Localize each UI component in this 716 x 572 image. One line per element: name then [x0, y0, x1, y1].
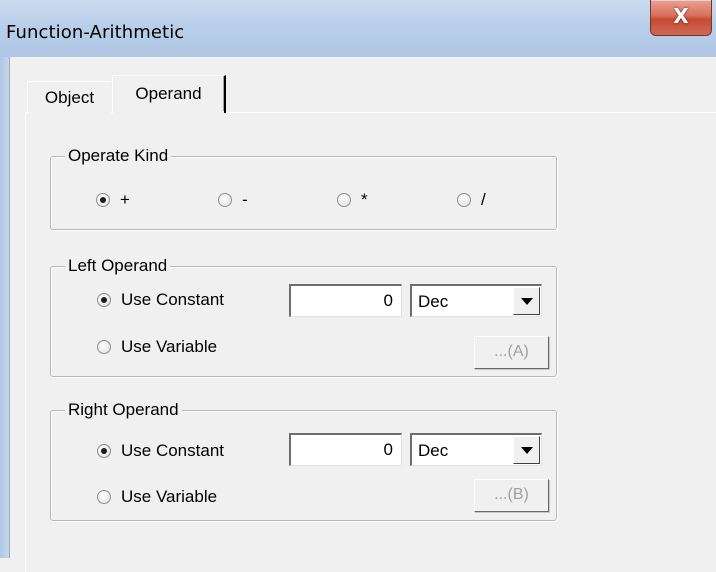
chevron-down-icon [521, 447, 533, 454]
radio-unchecked-icon [457, 193, 471, 207]
left-use-constant-radio[interactable]: Use Constant [97, 290, 224, 310]
radio-checked-icon [96, 193, 110, 207]
right-use-constant-radio[interactable]: Use Constant [97, 441, 224, 461]
radio-unchecked-icon [218, 193, 232, 207]
close-button[interactable]: X [650, 0, 712, 36]
left-browse-variable-button[interactable]: ...(A) [474, 336, 549, 369]
right-constant-input[interactable]: 0 [289, 433, 402, 466]
window-border [0, 57, 9, 558]
radio-checked-icon [97, 293, 111, 307]
tab-joint [113, 111, 224, 114]
tab-object[interactable]: Object [27, 81, 111, 113]
operate-kind-label: Operate Kind [65, 146, 172, 166]
radio-unchecked-icon [337, 193, 351, 207]
right-operand-label: Right Operand [65, 400, 182, 420]
title-bar: Function-Arithmetic X [0, 0, 716, 57]
operator-plus-radio[interactable]: + [96, 190, 130, 210]
operator-multiply-radio[interactable]: * [337, 190, 368, 210]
radio-checked-icon [97, 444, 111, 458]
left-constant-input[interactable]: 0 [289, 284, 402, 317]
dropdown-button[interactable] [513, 436, 540, 464]
left-use-variable-radio[interactable]: Use Variable [97, 337, 217, 357]
right-use-variable-radio[interactable]: Use Variable [97, 487, 217, 507]
operator-minus-radio[interactable]: - [218, 190, 248, 210]
left-operand-label: Left Operand [65, 256, 171, 276]
window-title: Function-Arithmetic [6, 22, 185, 43]
dropdown-button[interactable] [513, 287, 540, 315]
right-format-select[interactable]: Dec [410, 433, 542, 466]
right-browse-variable-button[interactable]: ...(B) [474, 479, 549, 512]
tab-operand[interactable]: Operand [112, 75, 226, 113]
operator-divide-radio[interactable]: / [457, 190, 486, 210]
chevron-down-icon [521, 298, 533, 305]
left-format-value: Dec [418, 292, 449, 311]
radio-unchecked-icon [97, 490, 111, 504]
radio-unchecked-icon [97, 340, 111, 354]
left-format-select[interactable]: Dec [410, 284, 542, 317]
right-format-value: Dec [418, 441, 449, 460]
close-icon: X [673, 4, 689, 28]
